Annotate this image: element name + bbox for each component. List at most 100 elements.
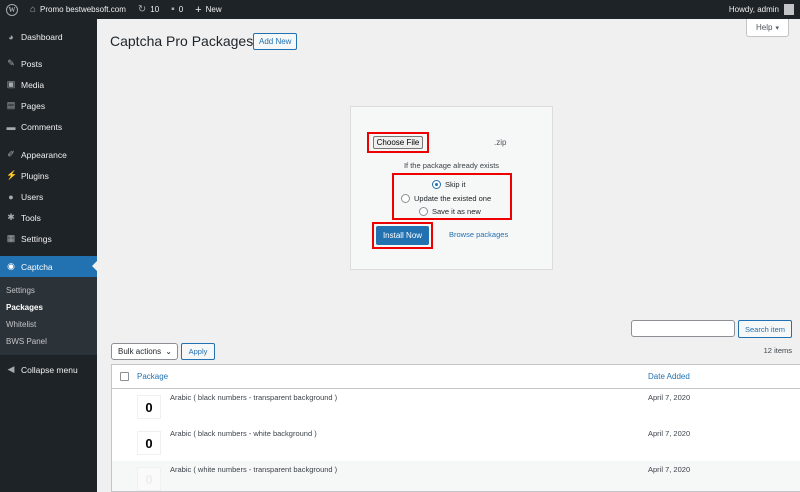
table-row: 0 Arabic ( black numbers - transparent b… [112,389,800,425]
choose-file-highlight: Choose File [367,132,429,153]
option-save-new[interactable]: Save it as new [419,207,481,216]
package-name: Arabic ( black numbers - transparent bac… [170,393,338,402]
package-name: Arabic ( black numbers - white backgroun… [170,429,317,438]
submenu-item-packages[interactable]: Packages [0,299,97,316]
howdy-text: Howdy, admin [728,5,779,14]
items-count: 12 items [763,346,792,355]
option-label: Update the existed one [414,194,492,203]
site-name: Promo bestwebsoft.com [40,5,126,14]
add-new-button[interactable]: Add New [253,33,298,50]
eye-icon: ◉ [7,261,15,271]
collapse-icon: ◀ [7,364,15,374]
sidebar-item-pages[interactable]: ▤ Pages [0,95,97,116]
choose-file-button[interactable]: Choose File [372,136,424,149]
zip-hint: .zip [494,138,507,147]
users-icon: ● [8,191,14,202]
comment-icon: ▬ [6,121,16,132]
radio-skip[interactable] [432,180,441,189]
date-added: April 7, 2020 [648,465,691,474]
table-header: Package Date Added [112,365,800,389]
package-upload-form: Choose File .zip If the package already … [350,106,553,270]
package-thumbnail: 0 [137,395,161,419]
sidebar-item-label: Plugins [21,170,49,181]
sidebar-item-label: Captcha [21,261,53,272]
settings-icon: ▦ [6,233,16,243]
comments-count: 0 [178,5,184,14]
updates-count: 10 [150,5,160,14]
bulk-actions-select[interactable]: Bulk actions ⌄ [111,343,178,360]
new-label: New [205,5,222,14]
sidebar-item-label: Appearance [21,149,67,160]
install-highlight: Install Now [372,222,433,249]
package-name: Arabic ( white numbers - transparent bac… [170,465,338,474]
apply-button[interactable]: Apply [181,343,215,360]
wrench-icon: ✱ [7,212,15,222]
package-thumbnail: 0 [137,467,161,491]
sidebar-item-label: Tools [21,212,41,223]
sidebar-item-plugins[interactable]: ⚡ Plugins [0,165,97,186]
column-header-date[interactable]: Date Added [648,372,690,381]
sidebar-item-appearance[interactable]: ✐ Appearance [0,144,97,165]
plugin-icon: ⚡ [6,170,18,180]
table-row: 0 Arabic ( black numbers - white backgro… [112,425,800,461]
sidebar-item-label: Posts [21,58,43,69]
date-added: April 7, 2020 [648,393,691,402]
page-title: Captcha Pro Packages [110,33,254,49]
new-content-link[interactable]: + New [189,0,227,19]
sidebar-item-label: Pages [21,100,46,111]
sidebar-item-tools[interactable]: ✱ Tools [0,207,97,228]
column-header-package[interactable]: Package [137,372,168,381]
sidebar-item-media[interactable]: ▣ Media [0,74,97,95]
collapse-menu-button[interactable]: ◀ Collapse menu [0,359,97,380]
sidebar-item-dashboard[interactable]: ◕ Dashboard [0,26,97,47]
radio-update[interactable] [401,194,410,203]
help-label: Help [756,23,773,32]
avatar [784,4,794,15]
sidebar-item-label: Dashboard [21,31,63,42]
sidebar-item-captcha[interactable]: ◉ Captcha [0,256,97,277]
radio-save-new[interactable] [419,207,428,216]
option-label: Skip it [445,180,466,189]
sidebar-item-settings[interactable]: ▦ Settings [0,228,97,249]
search-button[interactable]: Search item [738,320,792,338]
submenu-item-whitelist[interactable]: Whitelist [0,316,97,333]
media-icon: ▣ [6,79,16,89]
site-name-link[interactable]: ⌂ Promo bestwebsoft.com [24,0,132,19]
updates-link[interactable]: ↻ 10 [132,0,165,19]
help-tab-button[interactable]: Help ▾ [746,19,789,37]
packages-table: Package Date Added 0 Arabic ( black numb… [111,364,800,492]
comments-link[interactable]: ▪ 0 [165,0,189,19]
sidebar-item-label: Comments [21,121,63,132]
submenu-item-settings[interactable]: Settings [0,282,97,299]
comment-bubble-icon: ▪ [171,4,175,15]
main-content: Captcha Pro Packages Add New Help ▾ Choo… [97,19,800,492]
select-all-checkbox[interactable] [120,372,129,381]
sidebar-item-comments[interactable]: ▬ Comments [0,116,97,137]
chevron-down-icon: ⌄ [165,347,172,356]
plus-icon: + [195,3,202,16]
date-added: April 7, 2020 [648,429,691,438]
sidebar-item-label: Users [21,191,44,202]
sidebar-item-label: Media [21,79,45,90]
sidebar-item-posts[interactable]: ✎ Posts [0,53,97,74]
option-update[interactable]: Update the existed one [401,194,491,203]
admin-bar: W ⌂ Promo bestwebsoft.com ↻ 10 ▪ 0 + New… [0,0,800,19]
admin-sidebar: ◕ Dashboard ✎ Posts ▣ Media ▤ Pages ▬ Co… [0,19,97,492]
submenu-item-bws-panel[interactable]: BWS Panel [0,333,97,350]
sidebar-item-label: Settings [21,233,52,244]
wp-logo-menu[interactable]: W [0,0,24,19]
search-input[interactable] [631,320,735,337]
table-row: 0 Arabic ( white numbers - transparent b… [112,461,800,491]
install-now-button[interactable]: Install Now [376,226,429,245]
chevron-down-icon: ▾ [775,24,779,32]
exists-options-group: Skip it Update the existed one Save it a… [392,173,512,220]
captcha-submenu: Settings Packages Whitelist BWS Panel [0,277,97,355]
pages-icon: ▤ [6,100,16,110]
option-skip[interactable]: Skip it [432,180,465,189]
my-account-link[interactable]: Howdy, admin [729,0,800,19]
home-icon: ⌂ [30,4,37,15]
package-thumbnail: 0 [137,431,161,455]
sidebar-item-users[interactable]: ● Users [0,186,97,207]
brush-icon: ✐ [7,149,15,159]
browse-packages-link[interactable]: Browse packages [449,230,508,239]
